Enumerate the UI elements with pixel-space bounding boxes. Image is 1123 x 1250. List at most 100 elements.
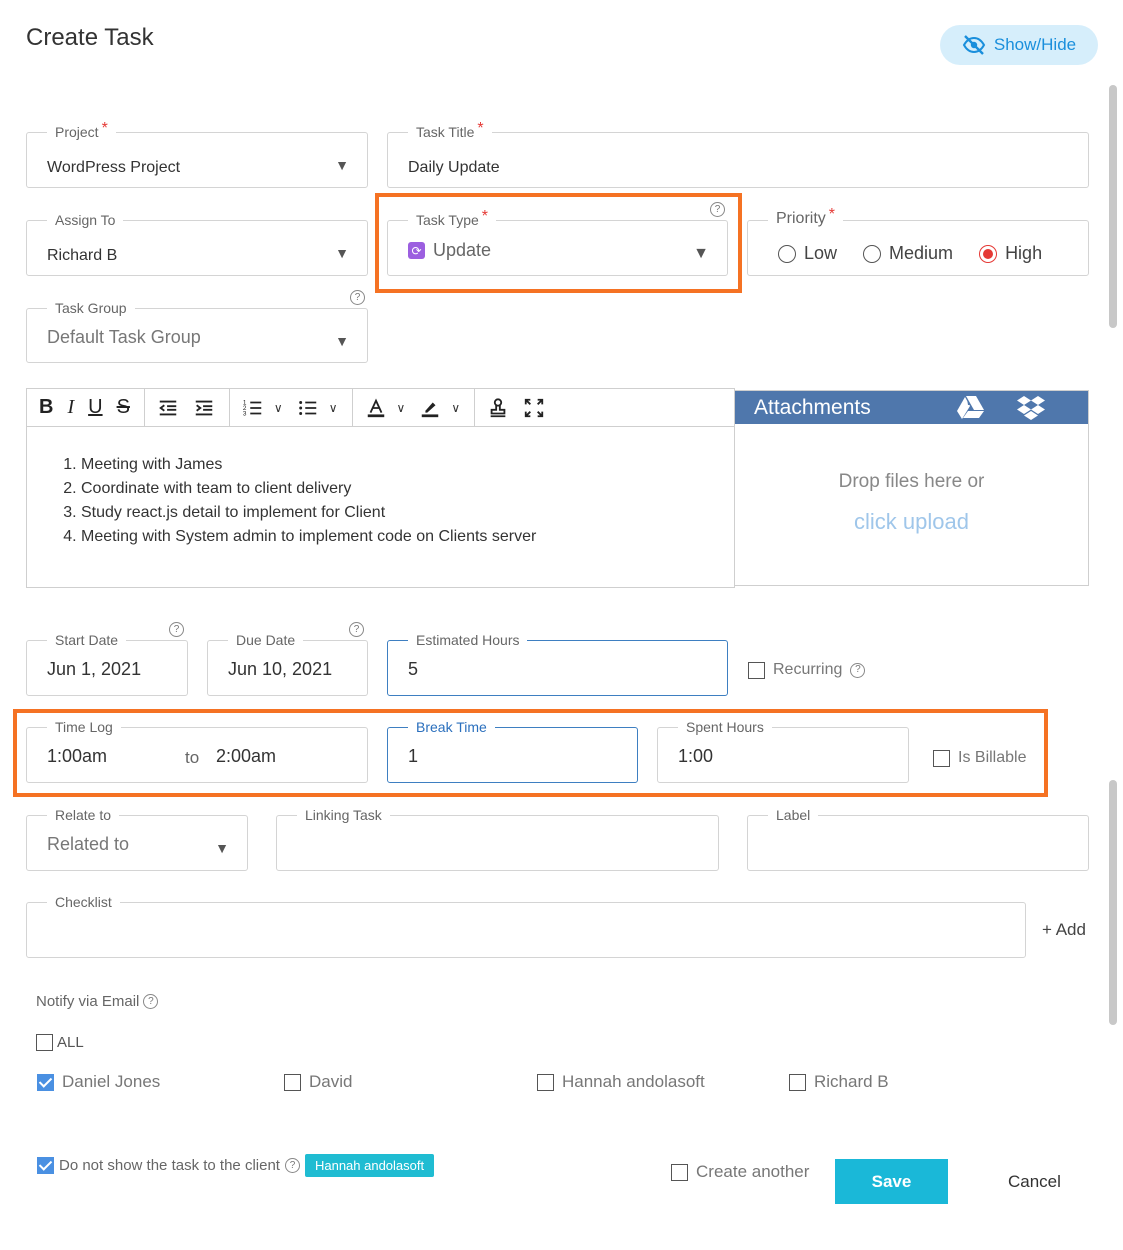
ordered-list-icon[interactable]: 1 2 3 ∨ [242,397,283,419]
spent-hours-input[interactable]: Spent Hours 1:00 [657,718,909,783]
font-color-icon[interactable]: ∨ [365,397,406,419]
attachments-title: Attachments [754,395,871,419]
task-title-value: Daily Update [408,159,500,176]
spent-hours-value: 1:00 [678,746,714,766]
hide-from-client-label: Do not show the task to the client [59,1157,280,1174]
caret-down-icon: ▼ [215,840,229,856]
project-label: Project [55,124,99,140]
relate-to-select[interactable]: Relate to Related to ▼ [26,806,248,871]
break-time-input[interactable]: Break Time 1 [387,718,638,783]
label-field-label: Label [768,806,819,824]
underline-icon[interactable]: U [88,396,102,419]
click-upload-link[interactable]: click upload [735,509,1088,535]
list-item: Meeting with James [81,453,536,477]
dropbox-icon[interactable] [1017,394,1045,420]
checkbox [537,1073,554,1091]
indent-icon[interactable] [193,397,215,419]
attachments-panel: Attachments Drop files here or click upl… [734,390,1089,586]
cancel-button[interactable]: Cancel [1008,1172,1061,1192]
priority-low-radio[interactable]: Low [778,243,837,264]
task-type-label: Task Type [416,212,479,228]
caret-down-icon: ▼ [693,245,709,262]
priority-high-label: High [1005,243,1043,263]
task-title-label: Task Title [416,124,475,140]
task-type-select[interactable]: Task Type * ⟳ Update ▼ [387,208,728,276]
linking-task-input[interactable]: Linking Task [276,806,719,871]
radio-circle-selected [979,244,998,263]
time-log-to[interactable]: 2:00am [216,746,276,767]
break-time-value: 1 [408,746,419,766]
chevron-down-icon[interactable]: ∨ [451,401,460,415]
client-badge: Hannah andolasoft [304,1154,435,1177]
notify-user-checkbox[interactable]: David [284,1072,352,1092]
time-log-from[interactable]: 1:00am [47,746,107,767]
time-log-input[interactable]: Time Log 1:00am to 2:00am [26,718,368,783]
chevron-down-icon[interactable]: ∨ [329,401,338,415]
notify-all-checkbox[interactable]: ALL [36,1034,84,1051]
checklist-input[interactable]: Checklist [26,893,1026,958]
priority-medium-radio[interactable]: Medium [863,243,953,264]
required-mark: * [828,206,836,223]
required-mark: * [101,120,108,137]
outdent-icon[interactable] [157,397,179,419]
strikethrough-icon[interactable]: S [117,396,130,419]
start-date-input[interactable]: Start Date Jun 1, 2021 [26,631,188,696]
notify-user-checkbox[interactable]: Hannah andolasoft [537,1072,705,1092]
help-icon[interactable]: ? [169,622,184,637]
editor-toolbar: B I U S 1 2 3 ∨ ∨ ∨ ∨ [27,388,734,427]
description-editor[interactable]: B I U S 123∨ ∨ ∨ ∨ Meeting with James Co… [26,388,735,588]
radio-circle [778,244,796,263]
task-group-select[interactable]: Task Group Default Task Group ▼ [26,299,368,363]
hide-from-client-checkbox[interactable]: Do not show the task to the client ? Han… [37,1154,435,1177]
drop-files-text: Drop files here or [838,471,985,492]
help-icon[interactable]: ? [349,622,364,637]
notify-user-name: Richard B [814,1072,889,1091]
spent-hours-label: Spent Hours [678,718,772,736]
create-another-label: Create another [696,1162,810,1181]
caret-down-icon: ▼ [335,157,349,173]
task-title-input[interactable]: Task Title * Daily Update [387,120,1089,188]
help-icon[interactable]: ? [143,994,159,1009]
task-group-label: Task Group [47,299,135,317]
due-date-input[interactable]: Due Date Jun 10, 2021 [207,631,368,696]
google-drive-icon[interactable] [957,394,985,420]
create-another-checkbox[interactable]: Create another [671,1162,809,1182]
project-select[interactable]: Project * WordPress Project ▼ [26,120,368,188]
priority-group: Priority * Low Medium High [747,206,1089,276]
add-checklist-button[interactable]: + Add [1042,920,1086,940]
notify-user-checkbox[interactable]: Richard B [789,1072,889,1092]
italic-icon[interactable]: I [67,396,74,419]
scrollbar-thumb[interactable] [1109,85,1117,328]
priority-high-radio[interactable]: High [979,243,1042,264]
help-icon[interactable]: ? [850,662,866,678]
highlight-icon[interactable]: ∨ [419,397,460,419]
required-mark: * [477,120,484,137]
project-value: WordPress Project [47,159,181,176]
checkbox [789,1073,806,1091]
show-hide-button[interactable]: Show/Hide [940,25,1098,65]
checkbox-checked [37,1157,54,1174]
help-icon[interactable]: ? [350,290,365,305]
priority-label: Priority [776,210,826,227]
assign-to-select[interactable]: Assign To Richard B ▼ [26,211,368,276]
save-button[interactable]: Save [835,1159,948,1204]
is-billable-checkbox[interactable]: Is Billable [933,749,1026,767]
bullet-list-icon[interactable]: ∨ [297,397,338,419]
recurring-checkbox[interactable]: Recurring ? [748,661,866,679]
label-input[interactable]: Label [747,806,1089,871]
help-icon[interactable]: ? [710,202,725,217]
fullscreen-icon[interactable] [523,397,545,419]
chevron-down-icon[interactable]: ∨ [274,401,283,415]
stamp-icon[interactable] [487,397,509,419]
task-type-value: Update [433,240,492,260]
recurring-label: Recurring [773,661,843,678]
estimated-hours-input[interactable]: Estimated Hours 5 [387,631,728,696]
notify-user-checkbox[interactable]: Daniel Jones [37,1072,160,1092]
caret-down-icon: ▼ [335,245,349,261]
help-icon[interactable]: ? [284,1158,300,1173]
chevron-down-icon[interactable]: ∨ [397,401,406,415]
show-hide-label: Show/Hide [993,35,1077,54]
scrollbar-thumb[interactable] [1109,780,1117,1025]
checkbox [284,1073,301,1091]
bold-icon[interactable]: B [39,396,53,419]
